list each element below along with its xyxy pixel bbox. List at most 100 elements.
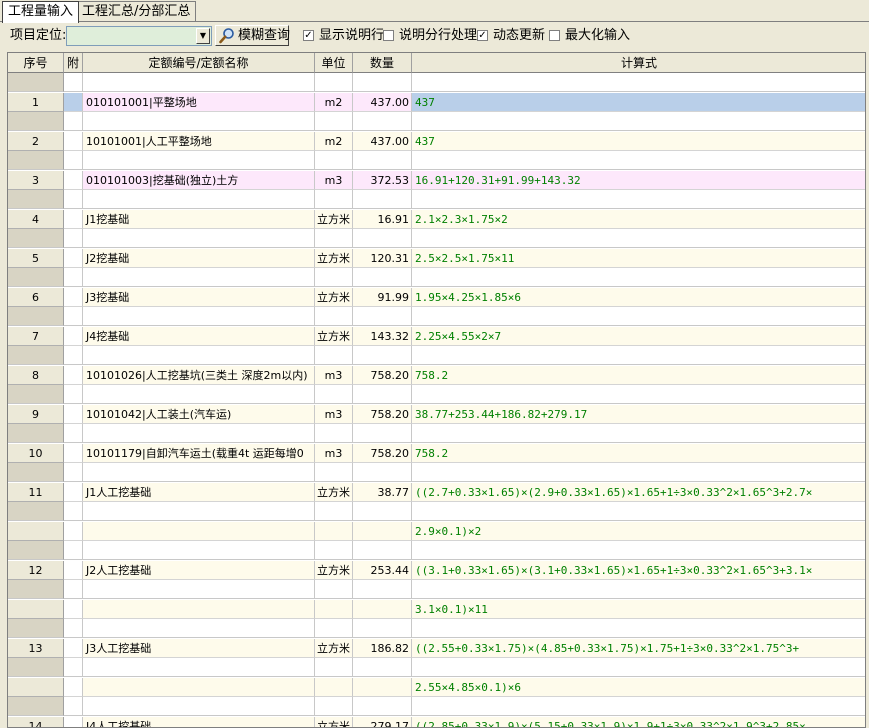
row-formula[interactable] (412, 580, 865, 599)
row-unit[interactable]: m3 (315, 444, 353, 463)
row-unit[interactable]: 立方米 (315, 561, 353, 580)
table-row[interactable]: 14 J4人工挖基础 立方米 279.17 ((2.85+0.33×1.9)×(5.15… (8, 717, 865, 727)
row-unit[interactable] (315, 697, 353, 716)
row-unit[interactable] (315, 580, 353, 599)
row-qty[interactable] (353, 697, 412, 716)
table-row[interactable]: 8 10101026|人工挖基坑(三类土 深度2m以内) m3 758.20 758.2 (8, 366, 865, 385)
row-name[interactable] (83, 424, 315, 443)
row-attach[interactable] (64, 385, 83, 404)
row-seq[interactable] (8, 600, 64, 619)
row-name[interactable] (83, 229, 315, 248)
row-attach[interactable] (64, 346, 83, 365)
row-unit[interactable] (315, 346, 353, 365)
row-formula[interactable]: ((3.1+0.33×1.65)×(3.1+0.33×1.65)×1.65+1÷… (412, 561, 865, 580)
fuzzy-search-button[interactable]: 模糊查询 (215, 25, 290, 46)
row-unit[interactable] (315, 658, 353, 677)
row-attach[interactable] (64, 444, 83, 463)
row-name[interactable]: J2挖基础 (83, 249, 315, 268)
row-name[interactable] (83, 463, 315, 482)
row-attach[interactable] (64, 619, 83, 638)
row-attach[interactable] (64, 717, 83, 727)
row-attach[interactable] (64, 229, 83, 248)
row-formula[interactable] (412, 541, 865, 560)
row-attach[interactable] (64, 73, 83, 92)
row-formula[interactable] (412, 190, 865, 209)
row-unit[interactable]: 立方米 (315, 327, 353, 346)
row-attach[interactable] (64, 210, 83, 229)
row-seq[interactable] (8, 658, 64, 677)
row-unit[interactable] (315, 73, 353, 92)
row-seq[interactable] (8, 619, 64, 638)
row-formula[interactable]: 437 (412, 132, 865, 151)
row-attach[interactable] (64, 522, 83, 541)
separator-row[interactable] (8, 151, 865, 170)
row-name[interactable]: 10101001|人工平整场地 (83, 132, 315, 151)
row-seq[interactable]: 10 (8, 444, 64, 463)
row-name[interactable] (83, 678, 315, 697)
row-qty[interactable] (353, 346, 412, 365)
row-qty[interactable] (353, 73, 412, 92)
row-qty[interactable]: 38.77 (353, 483, 412, 502)
row-seq[interactable]: 8 (8, 366, 64, 385)
row-name[interactable] (83, 112, 315, 131)
row-name[interactable] (83, 600, 315, 619)
row-unit[interactable]: 立方米 (315, 249, 353, 268)
row-unit[interactable]: 立方米 (315, 483, 353, 502)
separator-row[interactable] (8, 697, 865, 716)
row-attach[interactable] (64, 483, 83, 502)
checkbox-maximize-input[interactable] (549, 30, 560, 41)
row-seq[interactable]: 5 (8, 249, 64, 268)
row-attach[interactable] (64, 268, 83, 287)
quantity-grid[interactable]: 序号 附 定额编号/定额名称 单位 数量 计算式 1 010101001|平整场地… (7, 52, 866, 728)
table-row[interactable]: 5 J2挖基础 立方米 120.31 2.5×2.5×1.75×11 (8, 249, 865, 268)
row-unit[interactable] (315, 463, 353, 482)
separator-row[interactable] (8, 580, 865, 599)
row-attach[interactable] (64, 639, 83, 658)
row-qty[interactable] (353, 229, 412, 248)
row-seq[interactable]: 1 (8, 93, 64, 112)
row-attach[interactable] (64, 502, 83, 521)
column-header-seq[interactable]: 序号 (8, 53, 64, 73)
row-name[interactable]: J4人工挖基础 (83, 717, 315, 727)
row-seq[interactable] (8, 424, 64, 443)
separator-row[interactable] (8, 229, 865, 248)
row-qty[interactable] (353, 502, 412, 521)
separator-row[interactable] (8, 190, 865, 209)
row-formula[interactable] (412, 385, 865, 404)
row-qty[interactable] (353, 541, 412, 560)
row-formula[interactable]: ((2.7+0.33×1.65)×(2.9+0.33×1.65)×1.65+1÷… (412, 483, 865, 502)
row-seq[interactable]: 13 (8, 639, 64, 658)
table-row[interactable]: 2 10101001|人工平整场地 m2 437.00 437 (8, 132, 865, 151)
row-formula[interactable] (412, 619, 865, 638)
row-attach[interactable] (64, 93, 83, 112)
row-attach[interactable] (64, 580, 83, 599)
row-unit[interactable]: 立方米 (315, 210, 353, 229)
row-formula[interactable] (412, 697, 865, 716)
row-unit[interactable]: m2 (315, 132, 353, 151)
row-qty[interactable]: 91.99 (353, 288, 412, 307)
row-qty[interactable] (353, 151, 412, 170)
row-formula[interactable] (412, 268, 865, 287)
column-header-unit[interactable]: 单位 (315, 53, 353, 73)
row-name[interactable]: 10101042|人工装土(汽车运) (83, 405, 315, 424)
row-formula[interactable]: 437 (412, 93, 865, 112)
row-attach[interactable] (64, 151, 83, 170)
row-seq[interactable] (8, 580, 64, 599)
row-seq[interactable]: 2 (8, 132, 64, 151)
row-unit[interactable] (315, 307, 353, 326)
continuation-row[interactable]: 2.9×0.1)×2 (8, 522, 865, 541)
row-qty[interactable] (353, 424, 412, 443)
row-name[interactable]: J1挖基础 (83, 210, 315, 229)
row-unit[interactable] (315, 678, 353, 697)
row-name[interactable] (83, 658, 315, 677)
separator-row[interactable] (8, 619, 865, 638)
row-formula[interactable]: 2.9×0.1)×2 (412, 522, 865, 541)
chevron-down-icon[interactable]: ▼ (196, 28, 210, 44)
table-row[interactable]: 11 J1人工挖基础 立方米 38.77 ((2.7+0.33×1.65)×(2.9+0… (8, 483, 865, 502)
row-qty[interactable]: 120.31 (353, 249, 412, 268)
row-unit[interactable] (315, 522, 353, 541)
row-seq[interactable]: 6 (8, 288, 64, 307)
row-name[interactable] (83, 268, 315, 287)
row-formula[interactable]: 3.1×0.1)×11 (412, 600, 865, 619)
row-formula[interactable]: 758.2 (412, 444, 865, 463)
